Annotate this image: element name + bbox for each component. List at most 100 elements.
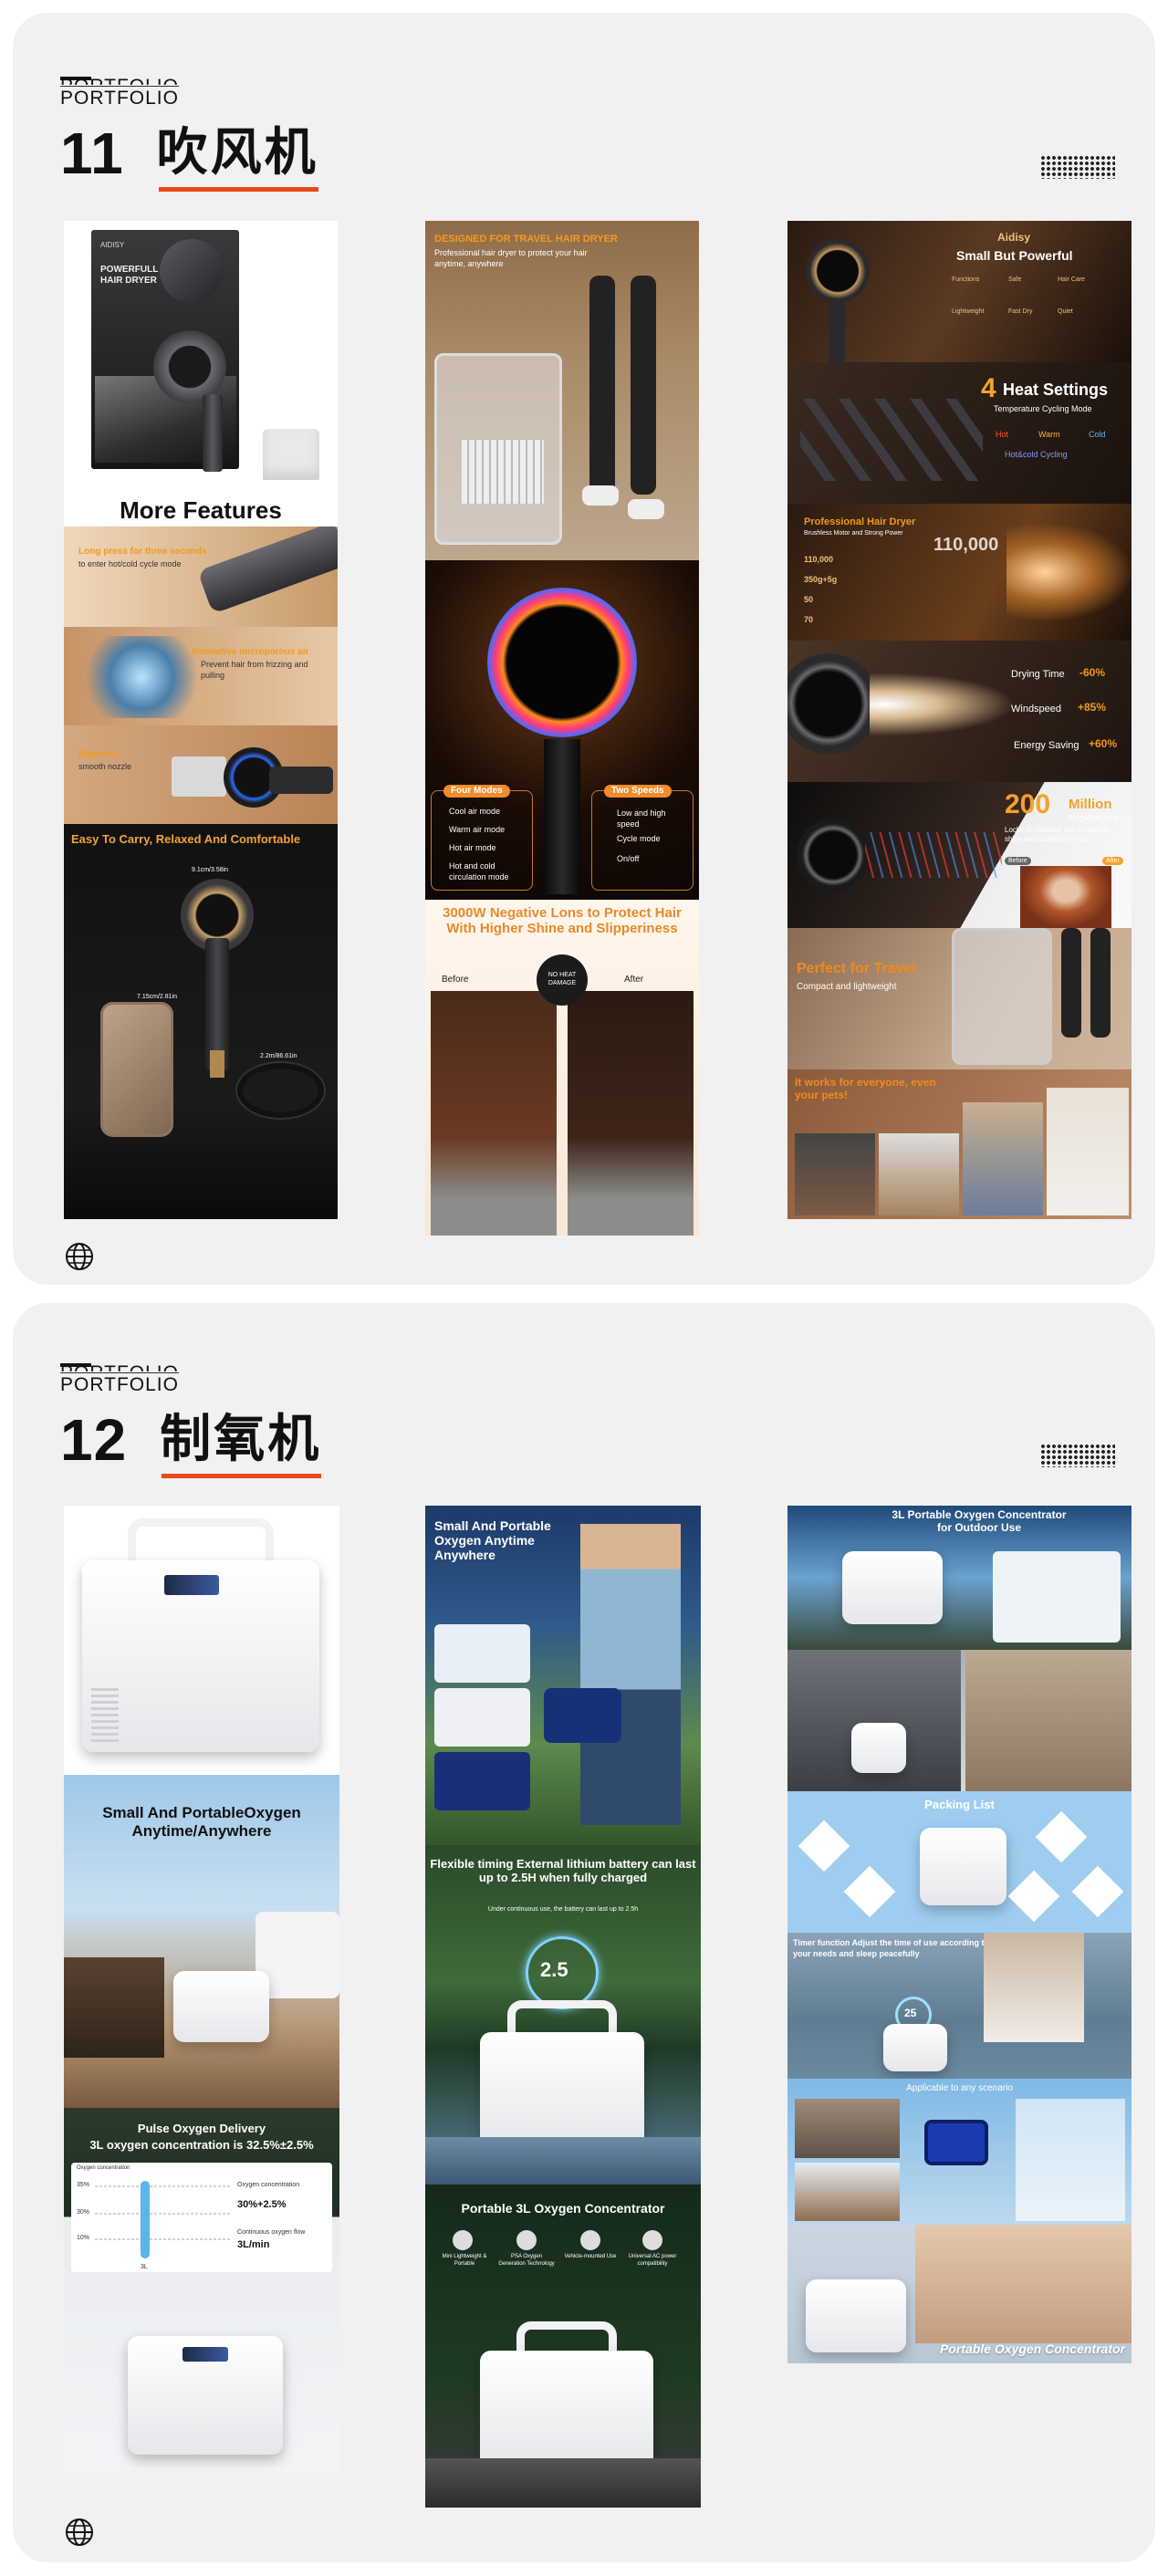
ions-title: 3000W Negative Lons to Protect Hair With… — [443, 905, 682, 937]
concentrator-title: Portable 3L Oxygen Concentrator — [461, 2201, 665, 2216]
shoe-right-image — [628, 499, 664, 519]
accessories-image — [993, 1551, 1121, 1643]
portfolio-card-oxygen: PORTFOLIO PORTFOLIO 12 制氧机 Small And Por… — [13, 1303, 1155, 2562]
energy-label: Energy Saving — [1014, 740, 1079, 751]
more-features-segment: More Features — [64, 490, 338, 527]
heat-mode-warm: Warm — [1038, 430, 1060, 439]
pedestal-image — [425, 2137, 701, 2185]
thumbnail-3-image — [434, 1752, 530, 1810]
performance-segment: Drying Time -60% Windspeed +85% Energy S… — [787, 641, 1132, 782]
icon-label-lightweight: Lightweight — [952, 308, 985, 315]
tube-item-image — [798, 1820, 850, 1872]
brand-segment: Aidisy Small But Powerful Functions Safe… — [787, 221, 1132, 362]
thumbnail-2-image — [434, 1688, 530, 1747]
leg-left-image — [589, 276, 615, 495]
travel-title: DESIGNED FOR TRAVEL HAIR DRYER — [434, 234, 618, 245]
sleep-segment: Timer function Adjust the time of use ac… — [787, 1933, 1132, 2079]
device-screen-image — [164, 1575, 219, 1595]
feature-4-icon — [642, 2230, 662, 2250]
device-vent-image — [91, 1688, 119, 1743]
before-tag: Before — [1005, 857, 1031, 866]
dimension-width: 9.1cm/3.58in — [192, 867, 229, 873]
feature-1-icon — [453, 2230, 473, 2250]
feature-1-text: to enter hot/cold cycle mode — [78, 559, 182, 568]
spec-rpm: 110,000 — [804, 555, 834, 564]
portfolio-card-hair-dryer: PORTFOLIO PORTFOLIO 11 吹风机 AIDISY POWERF… — [13, 13, 1155, 1285]
heat-mode-cycling: Hot&cold Cycling — [1005, 450, 1068, 459]
airflow-image — [73, 636, 210, 718]
energy-value: +60% — [1089, 737, 1118, 750]
title-underline — [162, 1474, 322, 1478]
heat-segment: 4 Heat Settings Temperature Cycling Mode… — [787, 362, 1132, 504]
small-portable-title: Small And PortableOxygen Anytime/Anywher… — [102, 1804, 301, 1840]
legend-2-value: 3L/min — [237, 2239, 270, 2250]
legend-1-value: 30%+2.5% — [237, 2199, 287, 2210]
people-image — [64, 1957, 164, 2058]
device-outdoor-2-image — [842, 1551, 943, 1624]
mode-cool: Cool air mode — [449, 807, 501, 816]
mode-cycle: Hot and cold circulation mode — [449, 861, 509, 881]
heat-subtitle: Temperature Cycling Mode — [994, 404, 1092, 413]
portfolio-label: PORTFOLIO PORTFOLIO — [60, 77, 188, 113]
four-modes-label: Four Modes — [443, 785, 510, 798]
speed-low-high: Low and high speed — [617, 808, 666, 829]
section-number: 11 — [60, 120, 124, 186]
ions-million: Million — [1069, 797, 1112, 812]
travel-subtitle: Professional hair dryer to protect your … — [434, 248, 588, 268]
pulse-subtitle: 3L oxygen concentration is 32.5%±2.5% — [89, 2138, 314, 2152]
dryer-side-2-image — [787, 653, 879, 754]
sleeping-woman-image — [984, 1933, 1084, 2042]
dryer-side-image — [269, 767, 333, 794]
dot-grid-icon — [1040, 155, 1115, 179]
snow-scene-image — [1016, 2099, 1125, 2221]
couple-image — [795, 2099, 900, 2158]
scenario-title: Applicable to any scenario — [906, 2083, 1013, 2093]
outdoor-segment: Small And PortableOxygen Anytime/Anywher… — [64, 1775, 339, 2108]
device-outdoor-image — [173, 1971, 269, 2042]
section-number: 12 — [60, 1407, 128, 1473]
icon-label-haircare: Hair Care — [1058, 276, 1085, 283]
globe-icon — [66, 1243, 93, 1270]
ghost-line — [60, 1372, 179, 1373]
blue-bag-2-image — [924, 2120, 988, 2165]
battery-subtitle: Under continuous use, the battery can la… — [487, 1906, 639, 1913]
section-title: 制氧机 — [160, 1411, 322, 1478]
device-pedestal-image — [480, 2032, 644, 2151]
drying-label: Drying Time — [1011, 669, 1065, 680]
heat-number: 4 — [981, 373, 996, 403]
section-title-text: 吹风机 — [156, 123, 318, 183]
windspeed-value: +85% — [1078, 701, 1107, 714]
spec-weight: 350g+5g — [804, 575, 838, 584]
glowing-dryer-image — [487, 588, 637, 737]
portfolio-text: PORTFOLIO — [60, 1374, 179, 1395]
frizzy-hair-image — [431, 991, 557, 1236]
everyone-segment: It works for everyone, even your pets! — [787, 1069, 1132, 1219]
shoe-left-image — [582, 485, 619, 506]
ion-stream-image — [865, 832, 1002, 878]
hero-title: Small And Portable Oxygen Anytime Anywhe… — [434, 1518, 551, 1563]
bottom-segment: Portable Oxygen Concentrator — [787, 2225, 1132, 2363]
icon-label-quiet: Quiet — [1058, 308, 1073, 315]
feature-3-segment: Magnetic smooth nozzle — [64, 725, 338, 824]
icon-label-safe: Safe — [1008, 276, 1022, 283]
travel-2-title: Perfect for Travel — [797, 961, 916, 976]
modes-segment: Four Modes Cool air mode Warm air mode H… — [425, 560, 699, 900]
dryer-image — [153, 330, 226, 403]
section-heading: 11 吹风机 — [60, 120, 318, 192]
family-image — [879, 1133, 959, 1215]
smooth-hair-image — [568, 991, 694, 1236]
couple-2-image — [795, 2163, 900, 2221]
travel-segment: DESIGNED FOR TRAVEL HAIR DRYER Professio… — [425, 221, 699, 560]
dryers-lineup-image — [800, 399, 983, 481]
icon-label-fastdry: Fast Dry — [1008, 308, 1033, 315]
windspeed-label: Windspeed — [1011, 704, 1062, 714]
folded-clothes-image — [462, 440, 544, 504]
chart-x-label: 3L — [141, 2264, 148, 2270]
box-title-2: HAIR DRYER — [100, 276, 157, 286]
device-rock-image — [480, 2351, 653, 2469]
sleep-title: Timer function Adjust the time of use ac… — [793, 1938, 990, 1958]
speed-cycle: Cycle mode — [617, 834, 661, 843]
before-label: Before — [442, 975, 469, 985]
legend-1-label: Oxygen concentration — [237, 2182, 300, 2188]
hiker-segment: Small And Portable Oxygen Anytime Anywhe… — [425, 1506, 701, 1845]
